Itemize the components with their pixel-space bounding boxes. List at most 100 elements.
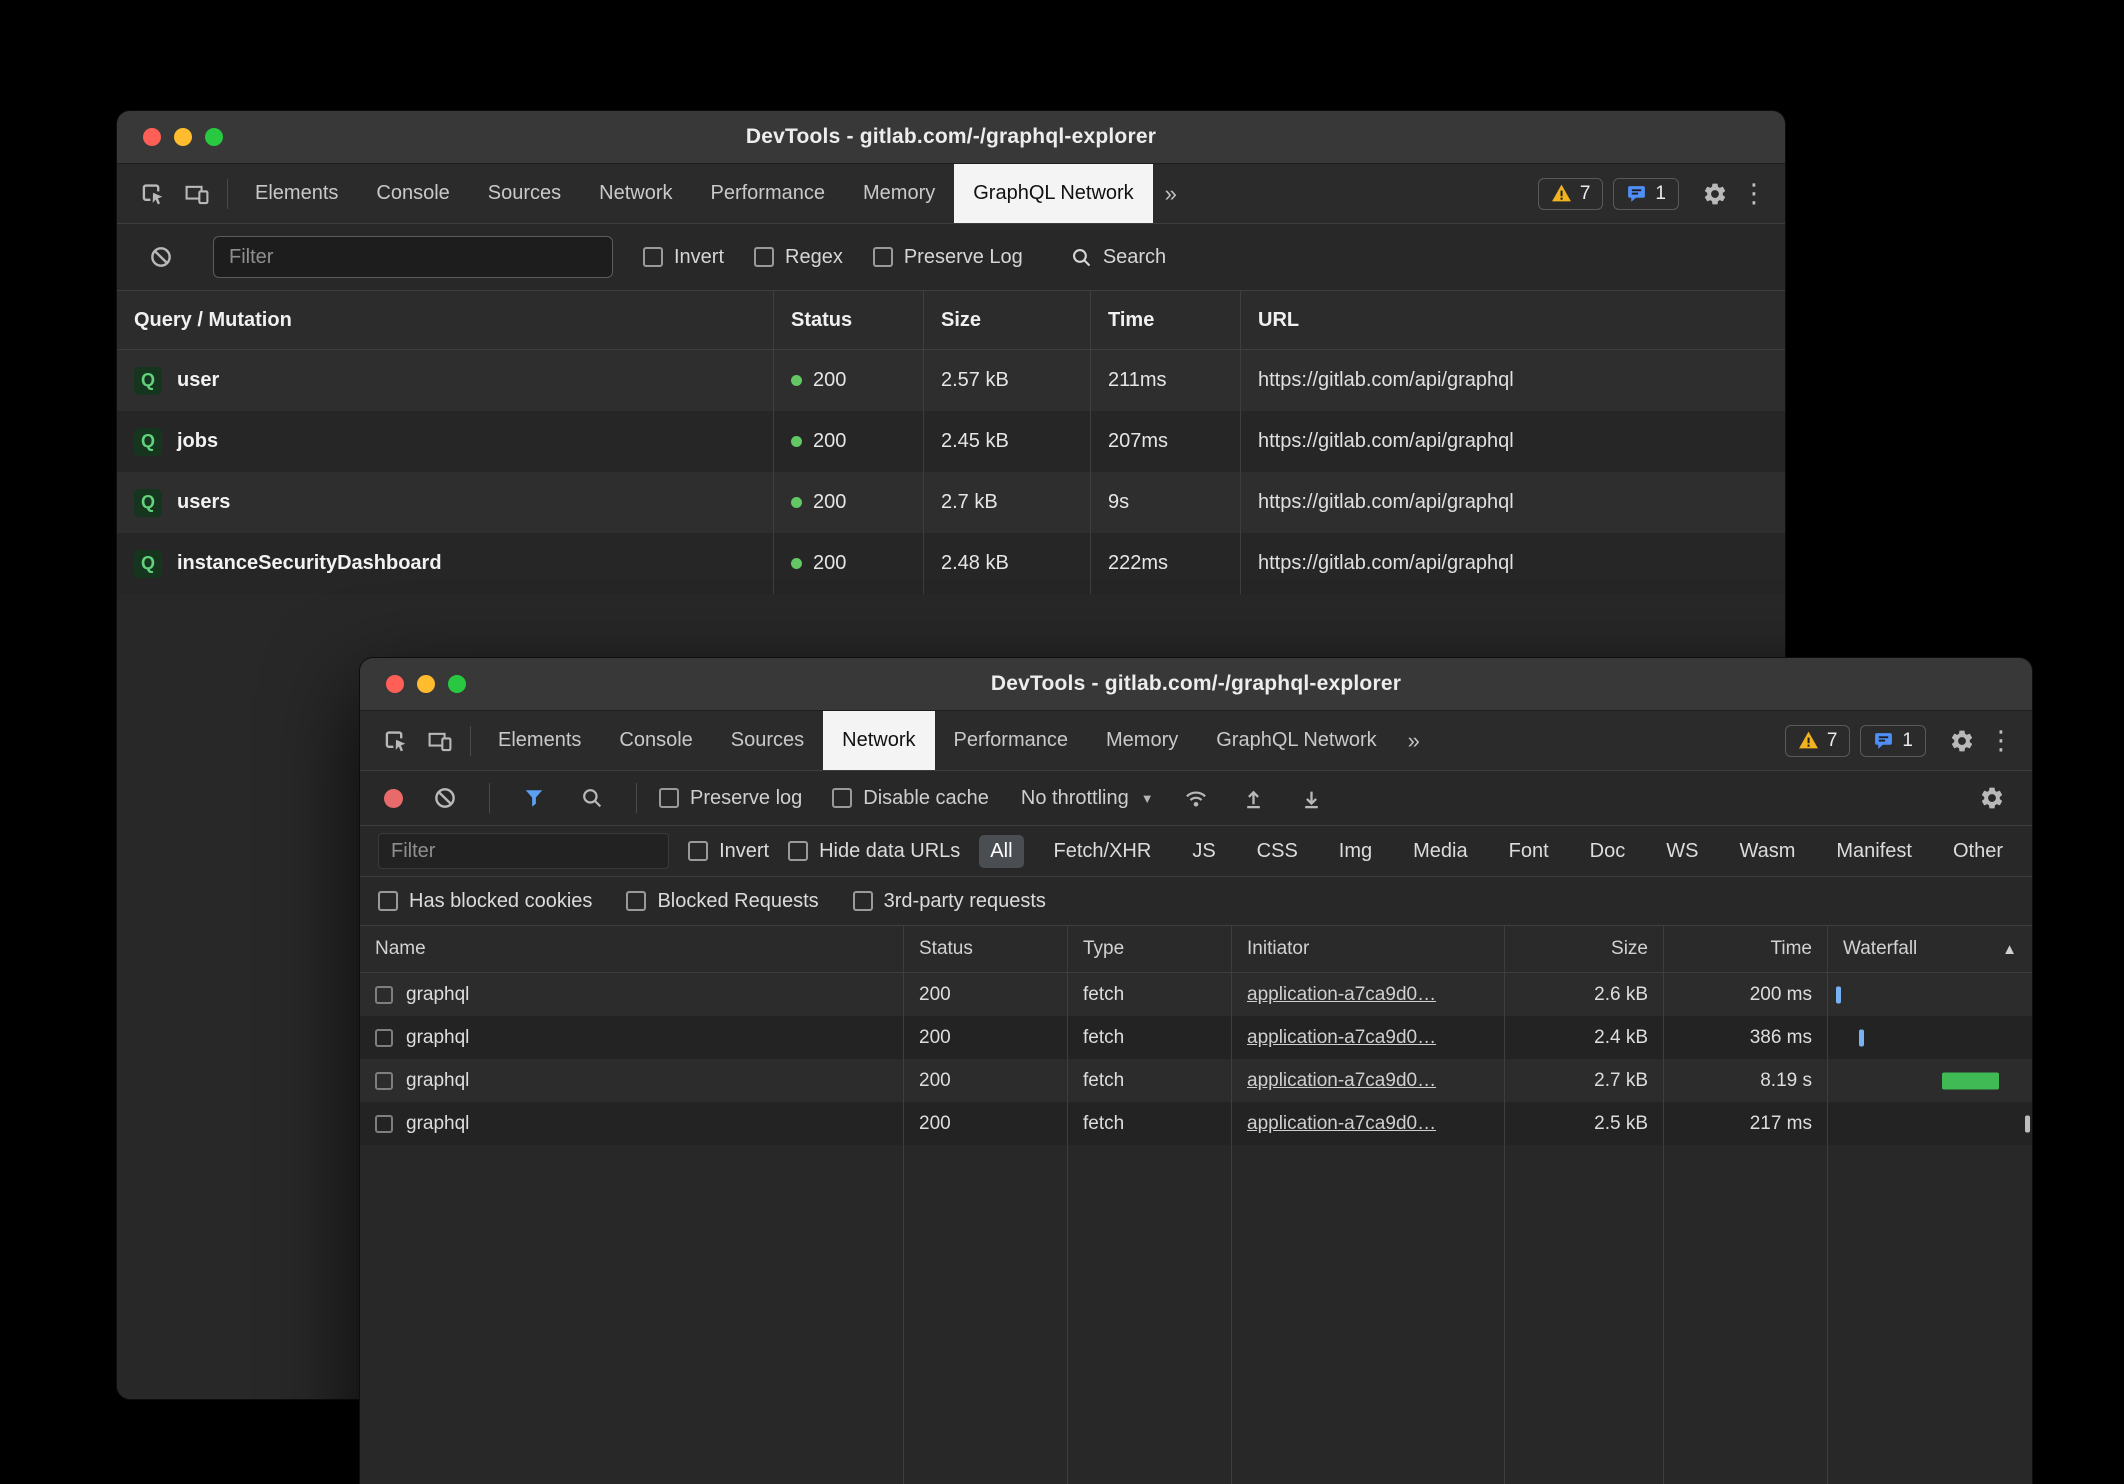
col-time[interactable]: Time <box>1663 926 1827 972</box>
zoom-button[interactable] <box>448 675 466 693</box>
hide-data-urls-checkbox[interactable]: Hide data URLs <box>788 840 960 863</box>
table-header-row[interactable]: Query / Mutation Status Size Time URL <box>117 291 1785 350</box>
clear-icon[interactable] <box>139 235 183 279</box>
tab-memory[interactable]: Memory <box>844 164 954 223</box>
inspect-element-icon[interactable] <box>374 719 418 763</box>
tab-graphql-network[interactable]: GraphQL Network <box>954 164 1152 223</box>
record-network-log-button[interactable] <box>384 789 403 808</box>
settings-gear-icon[interactable] <box>1693 172 1737 216</box>
clear-network-log-icon[interactable] <box>423 776 467 820</box>
col-size[interactable]: Size <box>1504 926 1663 972</box>
regex-checkbox[interactable]: Regex <box>754 246 843 269</box>
table-row[interactable]: graphql 200 fetch application-a7ca9d0… 2… <box>360 1102 2032 1145</box>
device-toolbar-icon[interactable] <box>175 172 219 216</box>
col-waterfall[interactable]: Waterfall ▲ <box>1827 926 2032 972</box>
tab-elements[interactable]: Elements <box>236 164 357 223</box>
search-icon[interactable] <box>570 776 614 820</box>
filter-type-css[interactable]: CSS <box>1246 835 1309 868</box>
initiator-link[interactable]: application-a7ca9d0… <box>1247 1027 1436 1049</box>
row-checkbox[interactable] <box>375 986 393 1004</box>
row-checkbox[interactable] <box>375 1072 393 1090</box>
tab-console[interactable]: Console <box>600 711 711 770</box>
more-tabs-icon[interactable]: » <box>1153 181 1189 207</box>
search-button[interactable]: Search <box>1071 246 1166 269</box>
inspect-element-icon[interactable] <box>131 172 175 216</box>
table-header-row[interactable]: Name Status Type Initiator Size Time Wat… <box>360 926 2032 973</box>
kebab-menu-icon[interactable]: ⋮ <box>1984 719 2018 763</box>
filter-input[interactable] <box>213 236 613 278</box>
titlebar-back[interactable]: DevTools - gitlab.com/-/graphql-explorer <box>117 111 1785 164</box>
col-query-mutation[interactable]: Query / Mutation <box>117 291 773 349</box>
more-tabs-icon[interactable]: » <box>1396 728 1432 754</box>
filter-type-media[interactable]: Media <box>1402 835 1478 868</box>
titlebar-front[interactable]: DevTools - gitlab.com/-/graphql-explorer <box>360 658 2032 711</box>
throttling-dropdown[interactable]: No throttling ▼ <box>1015 787 1160 810</box>
preserve-log-checkbox[interactable]: Preserve log <box>659 787 802 810</box>
network-filter-input[interactable] <box>378 833 669 869</box>
filter-type-js[interactable]: JS <box>1181 835 1226 868</box>
filter-funnel-icon[interactable] <box>512 776 556 820</box>
tab-graphql-network[interactable]: GraphQL Network <box>1197 711 1395 770</box>
col-name[interactable]: Name <box>360 926 903 972</box>
export-har-icon[interactable] <box>1290 776 1334 820</box>
row-checkbox[interactable] <box>375 1029 393 1047</box>
initiator-link[interactable]: application-a7ca9d0… <box>1247 1113 1436 1135</box>
initiator-link[interactable]: application-a7ca9d0… <box>1247 1070 1436 1092</box>
filter-type-other[interactable]: Other <box>1942 835 2014 868</box>
col-initiator[interactable]: Initiator <box>1231 926 1504 972</box>
filter-type-manifest[interactable]: Manifest <box>1825 835 1923 868</box>
issues-badge[interactable]: 1 <box>1613 178 1679 210</box>
col-status[interactable]: Status <box>903 926 1067 972</box>
minimize-button[interactable] <box>174 128 192 146</box>
table-row[interactable]: Q users 200 2.7 kB 9s https://gitlab.com… <box>117 472 1785 533</box>
initiator-link[interactable]: application-a7ca9d0… <box>1247 984 1436 1006</box>
col-status[interactable]: Status <box>773 291 923 349</box>
table-row[interactable]: Q user 200 2.57 kB 211ms https://gitlab.… <box>117 350 1785 411</box>
filter-type-all[interactable]: All <box>979 835 1023 868</box>
tab-elements[interactable]: Elements <box>479 711 600 770</box>
warnings-badge[interactable]: 7 <box>1785 725 1851 757</box>
table-row[interactable]: graphql 200 fetch application-a7ca9d0… 2… <box>360 1016 2032 1059</box>
minimize-button[interactable] <box>417 675 435 693</box>
has-blocked-cookies-checkbox[interactable]: Has blocked cookies <box>378 890 592 913</box>
table-row[interactable]: graphql 200 fetch application-a7ca9d0… 2… <box>360 1059 2032 1102</box>
device-toolbar-icon[interactable] <box>418 719 462 763</box>
import-har-icon[interactable] <box>1232 776 1276 820</box>
tab-network[interactable]: Network <box>580 164 691 223</box>
issues-badge[interactable]: 1 <box>1860 725 1926 757</box>
filter-type-wasm[interactable]: Wasm <box>1728 835 1806 868</box>
tab-performance[interactable]: Performance <box>935 711 1088 770</box>
preserve-log-checkbox[interactable]: Preserve Log <box>873 246 1023 269</box>
table-row[interactable]: graphql 200 fetch application-a7ca9d0… 2… <box>360 973 2032 1016</box>
tab-memory[interactable]: Memory <box>1087 711 1197 770</box>
tab-console[interactable]: Console <box>357 164 468 223</box>
third-party-requests-checkbox[interactable]: 3rd-party requests <box>853 890 1046 913</box>
col-type[interactable]: Type <box>1067 926 1231 972</box>
disable-cache-checkbox[interactable]: Disable cache <box>832 787 989 810</box>
col-size[interactable]: Size <box>923 291 1090 349</box>
kebab-menu-icon[interactable]: ⋮ <box>1737 172 1771 216</box>
col-url[interactable]: URL <box>1240 291 1785 349</box>
tab-network[interactable]: Network <box>823 711 934 770</box>
filter-type-doc[interactable]: Doc <box>1579 835 1637 868</box>
blocked-requests-checkbox[interactable]: Blocked Requests <box>626 890 818 913</box>
network-conditions-icon[interactable] <box>1174 776 1218 820</box>
table-row[interactable]: Q instanceSecurityDashboard 200 2.48 kB … <box>117 533 1785 594</box>
filter-type-img[interactable]: Img <box>1328 835 1383 868</box>
tab-performance[interactable]: Performance <box>692 164 845 223</box>
close-button[interactable] <box>386 675 404 693</box>
col-time[interactable]: Time <box>1090 291 1240 349</box>
network-settings-gear-icon[interactable] <box>1970 776 2014 820</box>
filter-type-font[interactable]: Font <box>1498 835 1560 868</box>
filter-type-ws[interactable]: WS <box>1655 835 1709 868</box>
table-row[interactable]: Q jobs 200 2.45 kB 207ms https://gitlab.… <box>117 411 1785 472</box>
close-button[interactable] <box>143 128 161 146</box>
settings-gear-icon[interactable] <box>1940 719 1984 763</box>
warnings-badge[interactable]: 7 <box>1538 178 1604 210</box>
invert-checkbox[interactable]: Invert <box>688 840 769 863</box>
zoom-button[interactable] <box>205 128 223 146</box>
tab-sources[interactable]: Sources <box>712 711 823 770</box>
tab-sources[interactable]: Sources <box>469 164 580 223</box>
row-checkbox[interactable] <box>375 1115 393 1133</box>
invert-checkbox[interactable]: Invert <box>643 246 724 269</box>
